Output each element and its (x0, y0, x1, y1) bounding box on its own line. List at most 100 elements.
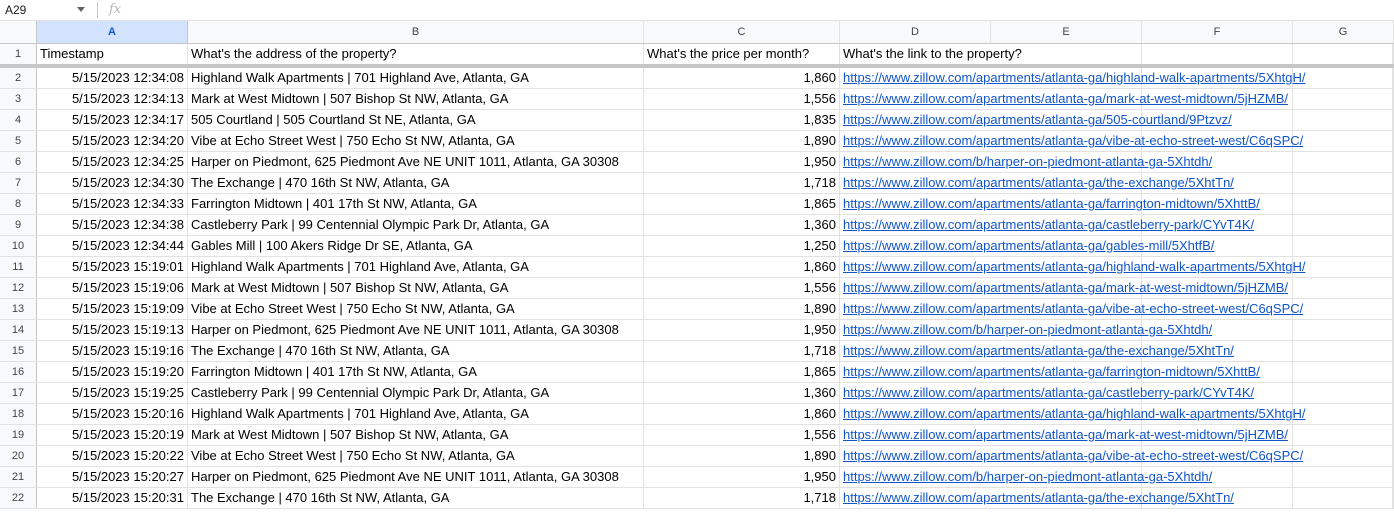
property-link[interactable]: https://www.zillow.com/apartments/atlant… (840, 341, 1393, 361)
timestamp-cell[interactable]: 5/15/2023 15:19:16 (37, 341, 188, 361)
address-cell[interactable]: Mark at West Midtown | 507 Bishop St NW,… (188, 278, 644, 298)
price-cell[interactable]: 1,835 (644, 110, 840, 130)
address-cell[interactable]: The Exchange | 470 16th St NW, Atlanta, … (188, 488, 644, 508)
property-link[interactable]: https://www.zillow.com/b/harper-on-piedm… (840, 320, 1393, 340)
column-header-c[interactable]: C (644, 21, 840, 43)
property-link[interactable]: https://www.zillow.com/apartments/atlant… (840, 425, 1393, 445)
column-header-b[interactable]: B (188, 21, 644, 43)
address-cell[interactable]: Mark at West Midtown | 507 Bishop St NW,… (188, 89, 644, 109)
price-cell[interactable]: 1,360 (644, 215, 840, 235)
price-cell[interactable]: 1,860 (644, 68, 840, 88)
header-cell-link[interactable]: What's the link to the property? (840, 44, 1393, 64)
row-number[interactable]: 1 (0, 44, 37, 64)
price-cell[interactable]: 1,950 (644, 320, 840, 340)
property-link[interactable]: https://www.zillow.com/apartments/atlant… (840, 488, 1393, 508)
price-cell[interactable]: 1,865 (644, 362, 840, 382)
chevron-down-icon[interactable] (77, 7, 85, 12)
property-link[interactable]: https://www.zillow.com/apartments/atlant… (840, 89, 1393, 109)
column-header-d[interactable]: D (840, 21, 991, 43)
column-header-f[interactable]: F (1142, 21, 1293, 43)
address-cell[interactable]: Harper on Piedmont, 625 Piedmont Ave NE … (188, 467, 644, 487)
timestamp-cell[interactable]: 5/15/2023 12:34:30 (37, 173, 188, 193)
address-cell[interactable]: Highland Walk Apartments | 701 Highland … (188, 404, 644, 424)
property-link[interactable]: https://www.zillow.com/apartments/atlant… (840, 194, 1393, 214)
timestamp-cell[interactable]: 5/15/2023 15:19:20 (37, 362, 188, 382)
address-cell[interactable]: Harper on Piedmont, 625 Piedmont Ave NE … (188, 320, 644, 340)
timestamp-cell[interactable]: 5/15/2023 15:20:27 (37, 467, 188, 487)
timestamp-cell[interactable]: 5/15/2023 15:20:19 (37, 425, 188, 445)
price-cell[interactable]: 1,556 (644, 278, 840, 298)
address-cell[interactable]: Farrington Midtown | 401 17th St NW, Atl… (188, 362, 644, 382)
property-link[interactable]: https://www.zillow.com/apartments/atlant… (840, 446, 1393, 466)
row-number[interactable]: 10 (0, 236, 37, 256)
formula-input[interactable] (130, 0, 1390, 20)
timestamp-cell[interactable]: 5/15/2023 12:34:13 (37, 89, 188, 109)
price-cell[interactable]: 1,556 (644, 425, 840, 445)
header-cell-price[interactable]: What's the price per month? (644, 44, 840, 64)
timestamp-cell[interactable]: 5/15/2023 12:34:38 (37, 215, 188, 235)
price-cell[interactable]: 1,865 (644, 194, 840, 214)
row-number[interactable]: 12 (0, 278, 37, 298)
timestamp-cell[interactable]: 5/15/2023 12:34:33 (37, 194, 188, 214)
row-number[interactable]: 16 (0, 362, 37, 382)
price-cell[interactable]: 1,890 (644, 446, 840, 466)
timestamp-cell[interactable]: 5/15/2023 15:19:09 (37, 299, 188, 319)
row-number[interactable]: 21 (0, 467, 37, 487)
timestamp-cell[interactable]: 5/15/2023 15:19:13 (37, 320, 188, 340)
row-number[interactable]: 9 (0, 215, 37, 235)
property-link[interactable]: https://www.zillow.com/apartments/atlant… (840, 68, 1393, 88)
column-header-g[interactable]: G (1293, 21, 1394, 43)
address-cell[interactable]: Vibe at Echo Street West | 750 Echo St N… (188, 299, 644, 319)
row-number[interactable]: 15 (0, 341, 37, 361)
address-cell[interactable]: Highland Walk Apartments | 701 Highland … (188, 257, 644, 277)
price-cell[interactable]: 1,890 (644, 131, 840, 151)
timestamp-cell[interactable]: 5/15/2023 15:20:22 (37, 446, 188, 466)
address-cell[interactable]: 505 Courtland | 505 Courtland St NE, Atl… (188, 110, 644, 130)
address-cell[interactable]: The Exchange | 470 16th St NW, Atlanta, … (188, 173, 644, 193)
timestamp-cell[interactable]: 5/15/2023 15:20:31 (37, 488, 188, 508)
address-cell[interactable]: Harper on Piedmont, 625 Piedmont Ave NE … (188, 152, 644, 172)
property-link[interactable]: https://www.zillow.com/apartments/atlant… (840, 299, 1393, 319)
address-cell[interactable]: Highland Walk Apartments | 701 Highland … (188, 68, 644, 88)
property-link[interactable]: https://www.zillow.com/b/harper-on-piedm… (840, 152, 1393, 172)
column-header-e[interactable]: E (991, 21, 1142, 43)
row-number[interactable]: 5 (0, 131, 37, 151)
price-cell[interactable]: 1,718 (644, 173, 840, 193)
property-link[interactable]: https://www.zillow.com/b/harper-on-piedm… (840, 467, 1393, 487)
row-number[interactable]: 2 (0, 68, 37, 88)
property-link[interactable]: https://www.zillow.com/apartments/atlant… (840, 131, 1393, 151)
price-cell[interactable]: 1,890 (644, 299, 840, 319)
price-cell[interactable]: 1,360 (644, 383, 840, 403)
row-number[interactable]: 20 (0, 446, 37, 466)
row-number[interactable]: 11 (0, 257, 37, 277)
address-cell[interactable]: Castleberry Park | 99 Centennial Olympic… (188, 215, 644, 235)
timestamp-cell[interactable]: 5/15/2023 15:19:06 (37, 278, 188, 298)
property-link[interactable]: https://www.zillow.com/apartments/atlant… (840, 362, 1393, 382)
property-link[interactable]: https://www.zillow.com/apartments/atlant… (840, 257, 1393, 277)
row-number[interactable]: 22 (0, 488, 37, 508)
property-link[interactable]: https://www.zillow.com/apartments/atlant… (840, 215, 1393, 235)
column-header-a[interactable]: A (37, 21, 188, 43)
timestamp-cell[interactable]: 5/15/2023 15:19:25 (37, 383, 188, 403)
row-number[interactable]: 3 (0, 89, 37, 109)
row-number[interactable]: 17 (0, 383, 37, 403)
header-cell-timestamp[interactable]: Timestamp (37, 44, 188, 64)
price-cell[interactable]: 1,950 (644, 467, 840, 487)
timestamp-cell[interactable]: 5/15/2023 15:20:16 (37, 404, 188, 424)
price-cell[interactable]: 1,556 (644, 89, 840, 109)
price-cell[interactable]: 1,860 (644, 257, 840, 277)
price-cell[interactable]: 1,860 (644, 404, 840, 424)
address-cell[interactable]: Gables Mill | 100 Akers Ridge Dr SE, Atl… (188, 236, 644, 256)
address-cell[interactable]: Castleberry Park | 99 Centennial Olympic… (188, 383, 644, 403)
address-cell[interactable]: The Exchange | 470 16th St NW, Atlanta, … (188, 341, 644, 361)
price-cell[interactable]: 1,250 (644, 236, 840, 256)
header-cell-address[interactable]: What's the address of the property? (188, 44, 644, 64)
row-number[interactable]: 4 (0, 110, 37, 130)
row-number[interactable]: 6 (0, 152, 37, 172)
address-cell[interactable]: Vibe at Echo Street West | 750 Echo St N… (188, 131, 644, 151)
row-number[interactable]: 14 (0, 320, 37, 340)
price-cell[interactable]: 1,718 (644, 488, 840, 508)
row-number[interactable]: 18 (0, 404, 37, 424)
row-number[interactable]: 7 (0, 173, 37, 193)
price-cell[interactable]: 1,718 (644, 341, 840, 361)
